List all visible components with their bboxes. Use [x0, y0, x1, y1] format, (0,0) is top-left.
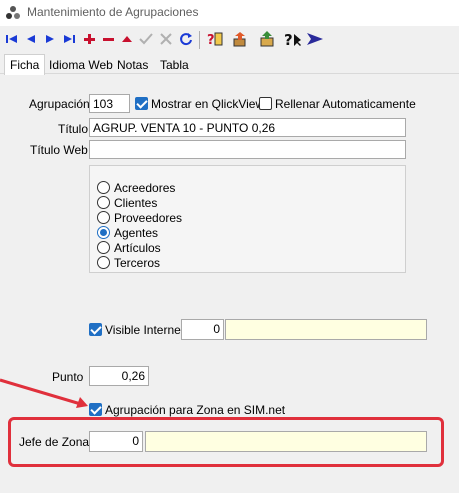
radio-clientes[interactable]: [97, 196, 110, 209]
rellenar-auto-label: Rellenar Automaticamente: [275, 97, 416, 111]
toolbar-separator: [199, 31, 200, 49]
up-icon[interactable]: [118, 30, 136, 48]
mostrar-qlikview-checkbox[interactable]: [135, 97, 148, 110]
refresh-icon[interactable]: [177, 30, 195, 48]
cancel-icon[interactable]: [157, 30, 175, 48]
context-help-icon[interactable]: ?: [284, 30, 302, 48]
titulo-input[interactable]: AGRUP. VENTA 10 - PUNTO 0,26: [89, 118, 406, 137]
toolbar: ? ?: [0, 27, 459, 53]
app-icon: [6, 6, 20, 19]
tab-tabla[interactable]: Tabla: [155, 56, 194, 74]
first-record-icon[interactable]: [3, 30, 21, 48]
tipo-radio-group: Acreedores Clientes Proveedores Agentes …: [89, 165, 406, 273]
radio-articulos[interactable]: [97, 241, 110, 254]
confirm-icon[interactable]: [137, 30, 155, 48]
agrupacion-label: Agrupación: [29, 97, 90, 111]
radio-clientes-label: Clientes: [114, 196, 158, 210]
radio-proveedores[interactable]: [97, 211, 110, 224]
titulo-web-input[interactable]: [89, 140, 406, 159]
tab-bar: Ficha Idioma Web Notas Tabla: [0, 54, 459, 75]
next-record-icon[interactable]: [41, 30, 59, 48]
radio-terceros[interactable]: [97, 256, 110, 269]
visible-internet-desc-field: [225, 319, 427, 340]
help-doc-icon[interactable]: ?: [206, 30, 224, 48]
tab-notas[interactable]: Notas: [112, 56, 153, 74]
window-title: Mantenimiento de Agrupaciones: [27, 5, 199, 19]
export-icon[interactable]: [232, 30, 250, 48]
radio-terceros-label: Terceros: [114, 256, 161, 270]
titulo-label: Título: [58, 122, 89, 136]
radio-articulos-label: Artículos: [114, 241, 161, 255]
tab-ficha[interactable]: Ficha: [4, 54, 46, 75]
svg-text:?: ?: [207, 33, 215, 48]
radio-acreedores-label: Acreedores: [114, 181, 176, 195]
export-doc-icon[interactable]: [258, 30, 276, 48]
visible-internet-label: Visible Internet: [105, 323, 185, 337]
last-record-icon[interactable]: [60, 30, 78, 48]
radio-acreedores[interactable]: [97, 181, 110, 194]
tab-idioma-web[interactable]: Idioma Web: [44, 56, 118, 74]
visible-internet-checkbox[interactable]: [89, 323, 102, 336]
visible-internet-code-input[interactable]: 0: [181, 319, 224, 340]
add-icon[interactable]: [80, 30, 98, 48]
title-bar: Mantenimiento de Agrupaciones: [0, 0, 459, 26]
svg-text:?: ?: [284, 31, 293, 48]
rellenar-auto-checkbox[interactable]: [259, 97, 272, 110]
annotation-arrow-icon: [0, 378, 88, 408]
radio-proveedores-label: Proveedores: [114, 211, 183, 225]
titulo-web-label: Título Web: [30, 143, 88, 157]
mostrar-qlikview-label: Mostrar en QlickView: [151, 97, 265, 111]
agrupacion-input[interactable]: 103: [89, 94, 130, 113]
delete-icon[interactable]: [99, 30, 117, 48]
exit-icon[interactable]: [306, 30, 324, 48]
radio-agentes[interactable]: [97, 226, 110, 239]
zona-sim-label: Agrupación para Zona en SIM.net: [105, 403, 286, 417]
prev-record-icon[interactable]: [22, 30, 40, 48]
radio-agentes-label: Agentes: [114, 226, 159, 240]
annotation-highlight-box: [8, 417, 444, 467]
